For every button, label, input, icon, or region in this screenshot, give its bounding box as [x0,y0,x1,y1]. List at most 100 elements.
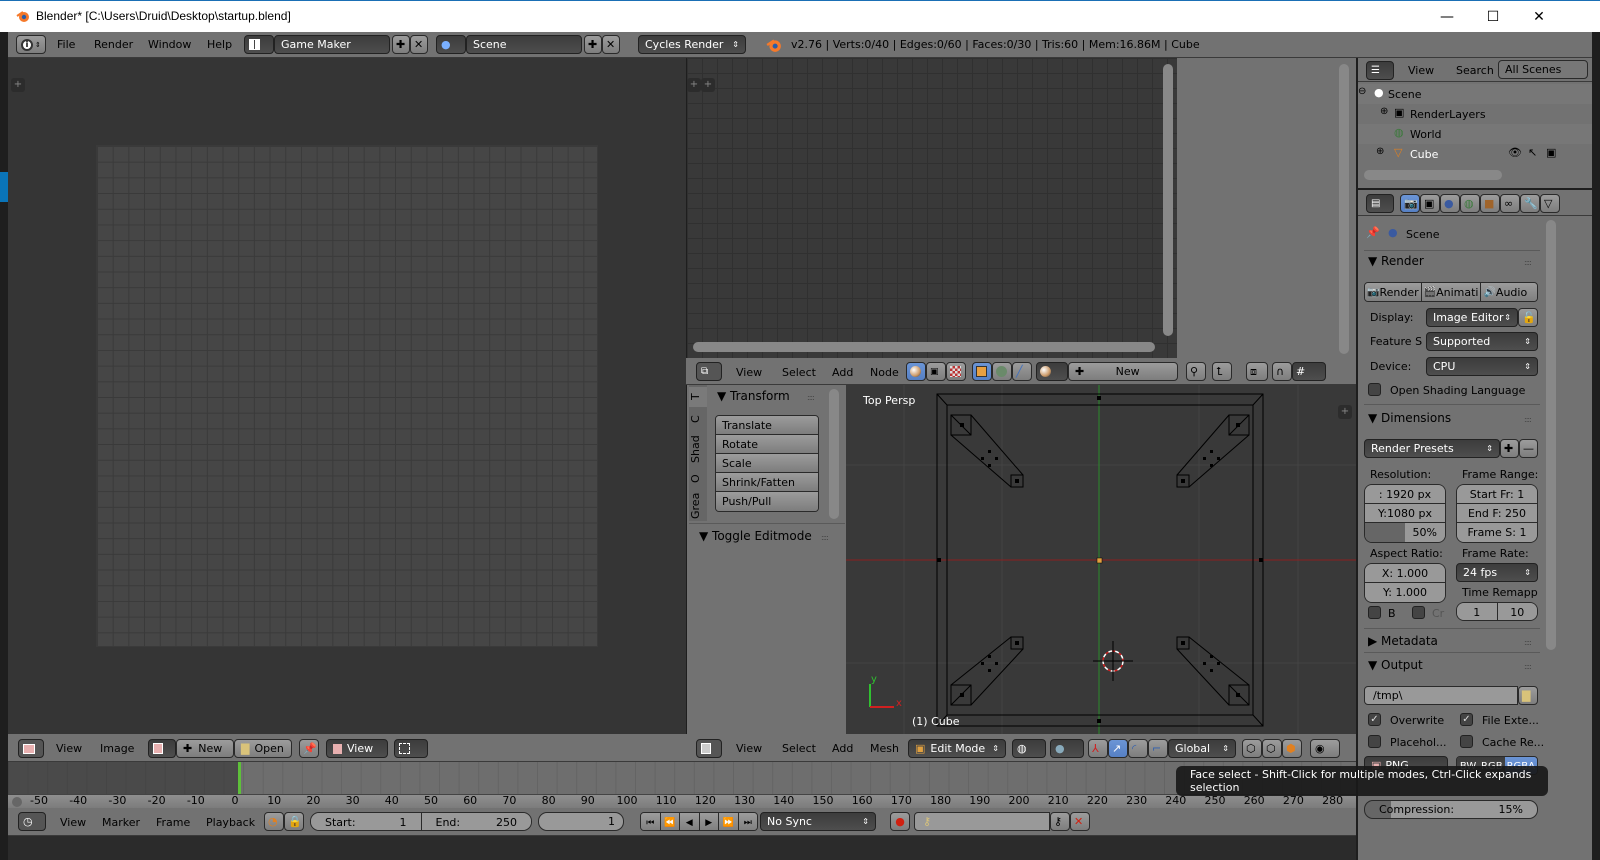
face-select-button[interactable]: ⬢ [1282,739,1302,758]
menu-mesh[interactable]: Mesh [870,742,899,755]
horizontal-scrollbar[interactable] [693,342,1155,352]
orientation-dropdown[interactable]: Global ⇕ [1168,739,1236,758]
frame-start-field[interactable]: Start Fr: 1 [1457,485,1537,504]
selectability-cursor-icon[interactable]: ↖ [1528,146,1537,159]
snap-toggle[interactable]: ∩ [1272,362,1292,381]
preview-range-toggle[interactable]: ◔ [264,812,284,831]
image-canvas-grid[interactable] [96,145,598,647]
material-browse-button[interactable] [1036,362,1068,381]
texture-nodes-button[interactable] [946,362,966,381]
push-pull-button[interactable]: Push/Pull [716,492,818,511]
jump-keyframe-forward-button[interactable]: ⏩ [719,813,739,830]
shrink-fatten-button[interactable]: Shrink/Fatten [716,473,818,492]
menu-view[interactable]: View [56,742,82,755]
resolution-percentage-slider[interactable]: 50% [1365,523,1445,542]
shader-nodes-button[interactable] [906,362,926,381]
shading-dropdown[interactable]: ◍ [1012,739,1046,758]
compositing-nodes-button[interactable]: ▣ [926,362,946,381]
menu-select[interactable]: Select [782,366,816,379]
tab-render[interactable]: 📷 [1400,194,1420,213]
editor-type-button[interactable]: ◷ [18,812,46,831]
menu-file[interactable]: File [57,38,75,51]
pivot-point-dropdown[interactable]: ● [1050,739,1084,758]
outliner-horizontal-scrollbar[interactable] [1364,170,1502,180]
linestyle-shader-button[interactable]: ╱ [1012,362,1032,381]
object-shader-button[interactable] [972,362,992,381]
outliner-item-scene[interactable]: Scene [1388,88,1422,101]
editor-type-button[interactable] [18,739,44,758]
menu-view[interactable]: View [736,742,762,755]
menu-select[interactable]: Select [782,742,816,755]
resolution-y-field[interactable]: Y:1080 px [1365,504,1445,523]
proportional-editing-dropdown[interactable]: ◉ [1310,739,1340,758]
browse-output-button[interactable]: ▇ [1518,686,1538,705]
timeline-ruler[interactable]: -50 -40 -30 -20 -10 0 10 20 30 40 50 60 70 80 90 100 110… [8,794,1356,808]
menu-render[interactable]: Render [94,38,133,51]
drag-handle-icon[interactable]: :::: [1524,662,1532,671]
tool-shelf-scrollbar[interactable] [829,389,839,519]
parent-node-tree-button[interactable]: ⮤ [1212,362,1232,381]
tab-modifiers[interactable]: 🔧 [1520,194,1540,213]
collapse-icon[interactable]: ⊖ [1358,86,1366,97]
menu-view[interactable]: View [736,366,762,379]
outliner-row[interactable]: ⊕ ▽ Cube 👁 ↖ ▣ [1358,144,1592,164]
tab-render-layers[interactable]: ▣ [1420,194,1440,213]
tab-world[interactable]: ◍ [1460,194,1480,213]
drag-handle-icon[interactable]: :::: [807,393,815,402]
device-dropdown[interactable]: CPU ⇕ [1426,357,1538,376]
edge-select-button[interactable]: ⬡ [1262,739,1282,758]
aspect-y-field[interactable]: Y: 1.000 [1365,583,1445,602]
outliner-row[interactable]: ⊕ ▣ RenderLayers [1358,104,1592,124]
vertical-scrollbar[interactable] [1163,64,1173,336]
delete-keyframe-button[interactable]: ✕ [1070,812,1090,831]
scale-manipulator-button[interactable]: ⌐ [1148,739,1168,758]
feature-set-dropdown[interactable]: Supported ⇕ [1426,332,1538,351]
output-panel-header[interactable]: ▼ Output [1368,658,1423,672]
drag-handle-icon[interactable]: :::: [1524,415,1532,424]
timeline-area[interactable] [8,762,1356,794]
outliner-item-cube[interactable]: Cube [1410,148,1438,161]
time-remap-old-field[interactable]: 1 [1457,603,1498,620]
tab-tools[interactable]: T [689,387,707,407]
tab-grease-pencil[interactable]: Grea [689,491,707,521]
menu-help[interactable]: Help [207,38,232,51]
backdrop-button[interactable]: ⧈ [1246,362,1268,381]
frame-end-field[interactable]: End F: 250 [1457,504,1537,523]
renderability-camera-icon[interactable]: ▣ [1546,146,1556,159]
aspect-x-field[interactable]: X: 1.000 [1365,564,1445,583]
cache-result-checkbox[interactable] [1460,735,1473,748]
overwrite-checkbox[interactable]: ✓ [1368,713,1381,726]
screen-layout-icon-button[interactable] [244,35,274,54]
editor-type-button[interactable]: ▤ [1366,194,1394,213]
add-screen-button[interactable]: ✚ [392,35,410,54]
menu-add[interactable]: Add [832,742,853,755]
play-reverse-button[interactable]: ◀ [680,813,700,830]
visibility-eye-icon[interactable]: 👁 [1508,146,1522,159]
delete-scene-button[interactable]: ✕ [602,35,620,54]
pin-icon[interactable]: 📌 [1366,226,1380,239]
menu-frame[interactable]: Frame [156,816,190,829]
snap-element-dropdown[interactable]: # [1292,362,1326,381]
menu-marker[interactable]: Marker [102,816,140,829]
crop-checkbox[interactable] [1412,606,1425,619]
dimensions-panel-header[interactable]: ▼ Dimensions [1368,411,1451,425]
tab-data[interactable]: ▽ [1540,194,1560,213]
menu-view[interactable]: View [1408,64,1434,77]
menu-window[interactable]: Window [148,38,191,51]
current-frame-indicator[interactable] [238,762,241,794]
new-material-button[interactable]: ✚ New [1068,362,1178,381]
resolution-x-field[interactable]: : 1920 px [1365,485,1445,504]
jump-keyframe-back-button[interactable]: ⏪ [660,813,680,830]
properties-scrollbar[interactable] [1339,64,1349,354]
display-dropdown[interactable]: Image Editor ⇕ [1426,308,1518,327]
maximize-button[interactable]: ☐ [1470,1,1516,33]
node-canvas-grid[interactable] [687,58,1177,358]
view-mode-dropdown[interactable]: View [326,739,388,758]
scrollbar-handle[interactable] [12,797,22,807]
start-frame-field[interactable]: Start: 1 [311,813,422,830]
toggle-editmode-panel-header[interactable]: ▼ Toggle Editmode [699,529,812,543]
menu-add[interactable]: Add [832,366,853,379]
remove-preset-button[interactable]: — [1519,439,1538,458]
play-button[interactable]: ▶ [699,813,719,830]
current-frame-field[interactable]: 1 [538,812,624,831]
